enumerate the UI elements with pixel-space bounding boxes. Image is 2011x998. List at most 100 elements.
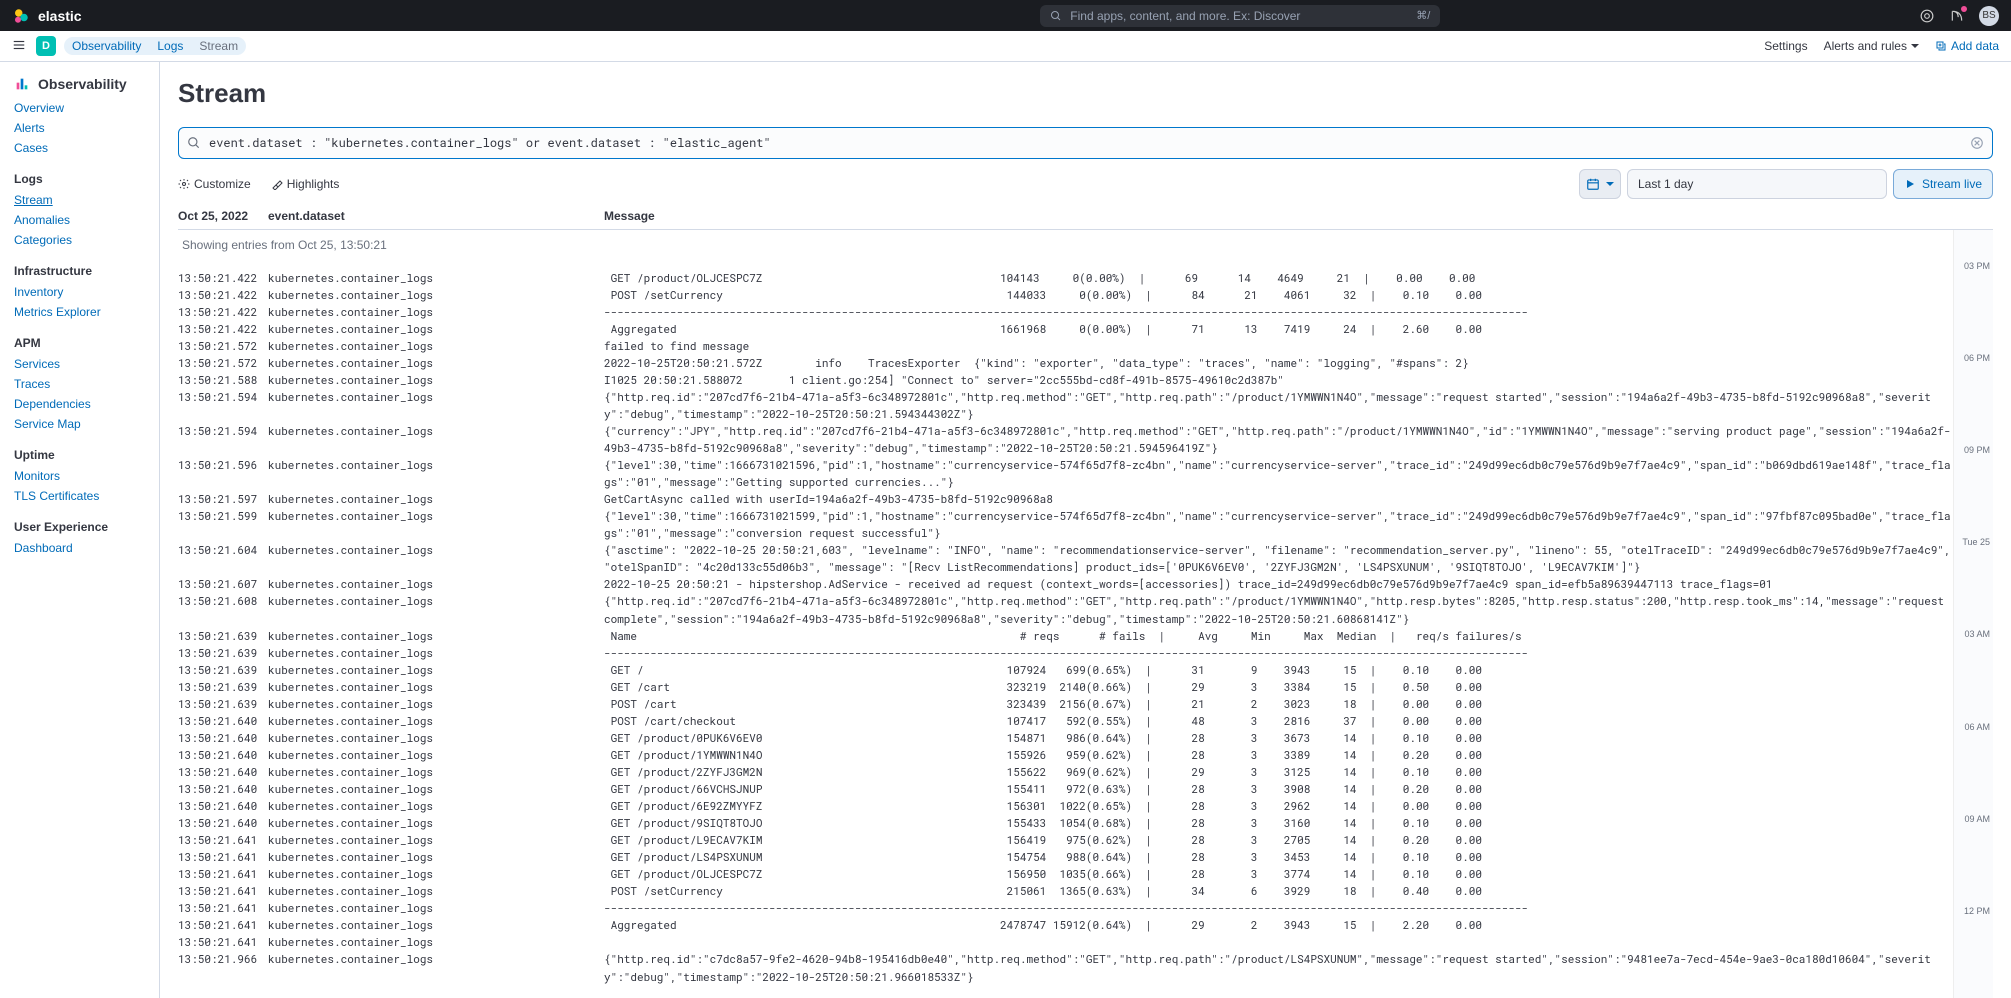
log-dataset: kubernetes.container_logs bbox=[268, 592, 604, 626]
log-timestamp: 13:50:21.641 bbox=[178, 882, 268, 899]
log-message: GET /product/9SIQT8TOJO 155433 1054(0.68… bbox=[604, 814, 1953, 831]
log-row[interactable]: 13:50:21.641kubernetes.container_logs bbox=[178, 933, 1953, 950]
sidebar-item-alerts[interactable]: Alerts bbox=[14, 118, 159, 138]
page-title: Stream bbox=[178, 78, 1993, 109]
sidebar-title: Observability bbox=[38, 76, 127, 92]
observability-icon bbox=[14, 76, 30, 92]
alerts-rules-dropdown[interactable]: Alerts and rules bbox=[1824, 39, 1919, 53]
log-row[interactable]: 13:50:21.639kubernetes.container_logs GE… bbox=[178, 661, 1953, 678]
log-timestamp: 13:50:21.640 bbox=[178, 814, 268, 831]
log-dataset: kubernetes.container_logs bbox=[268, 746, 604, 763]
log-row[interactable]: 13:50:21.640kubernetes.container_logs PO… bbox=[178, 712, 1953, 729]
breadcrumb-bar: D Observability Logs Stream Settings Ale… bbox=[0, 31, 2011, 62]
sidebar-item-dashboard[interactable]: Dashboard bbox=[14, 538, 159, 558]
log-dataset: kubernetes.container_logs bbox=[268, 337, 604, 354]
breadcrumb-group: Observability Logs Stream bbox=[64, 37, 246, 55]
log-row[interactable]: 13:50:21.641kubernetes.container_logs GE… bbox=[178, 865, 1953, 882]
log-row[interactable]: 13:50:21.640kubernetes.container_logs GE… bbox=[178, 746, 1953, 763]
log-message: {"http.req.id":"207cd7f6-21b4-471a-a5f3-… bbox=[604, 388, 1953, 422]
log-timestamp: 13:50:21.572 bbox=[178, 354, 268, 371]
log-row[interactable]: 13:50:21.604kubernetes.container_logs{"a… bbox=[178, 541, 1953, 575]
log-row[interactable]: 13:50:21.594kubernetes.container_logs{"c… bbox=[178, 422, 1953, 456]
log-row[interactable]: 13:50:21.640kubernetes.container_logs GE… bbox=[178, 797, 1953, 814]
log-row[interactable]: 13:50:21.640kubernetes.container_logs GE… bbox=[178, 780, 1953, 797]
help-icon[interactable] bbox=[1919, 8, 1935, 24]
user-avatar[interactable]: BS bbox=[1979, 6, 1999, 26]
log-timestamp: 13:50:21.594 bbox=[178, 388, 268, 422]
log-timestamp: 13:50:21.640 bbox=[178, 746, 268, 763]
gear-icon bbox=[178, 178, 190, 190]
log-row[interactable]: 13:50:21.608kubernetes.container_logs{"h… bbox=[178, 592, 1953, 626]
log-timestamp: 13:50:21.639 bbox=[178, 644, 268, 661]
log-timestamp: 13:50:21.639 bbox=[178, 661, 268, 678]
log-stream[interactable]: Showing entries from Oct 25, 13:50:21 13… bbox=[178, 230, 1953, 998]
sidebar-item-tls-certificates[interactable]: TLS Certificates bbox=[14, 486, 159, 506]
log-row[interactable]: 13:50:21.422kubernetes.container_logs PO… bbox=[178, 286, 1953, 303]
calendar-button[interactable] bbox=[1579, 169, 1621, 199]
settings-link[interactable]: Settings bbox=[1764, 39, 1807, 53]
stream-live-button[interactable]: Stream live bbox=[1893, 169, 1993, 199]
query-input[interactable] bbox=[209, 135, 1962, 151]
sidebar-item-metrics-explorer[interactable]: Metrics Explorer bbox=[14, 302, 159, 322]
highlights-button[interactable]: Highlights bbox=[271, 177, 340, 191]
log-message: POST /setCurrency 215061 1365(0.63%) | 3… bbox=[604, 882, 1953, 899]
log-row[interactable]: 13:50:21.597kubernetes.container_logsGet… bbox=[178, 490, 1953, 507]
sidebar-item-dependencies[interactable]: Dependencies bbox=[14, 394, 159, 414]
log-dataset: kubernetes.container_logs bbox=[268, 848, 604, 865]
minimap-tick: 09 AM bbox=[1964, 814, 1990, 824]
log-row[interactable]: 13:50:21.422kubernetes.container_logs GE… bbox=[178, 269, 1953, 286]
time-range-button[interactable]: Last 1 day bbox=[1627, 169, 1887, 199]
log-row[interactable]: 13:50:21.594kubernetes.container_logs{"h… bbox=[178, 388, 1953, 422]
sidebar-item-services[interactable]: Services bbox=[14, 354, 159, 374]
log-row[interactable]: 13:50:21.572kubernetes.container_logs202… bbox=[178, 354, 1953, 371]
log-row[interactable]: 13:50:21.639kubernetes.container_logs GE… bbox=[178, 678, 1953, 695]
log-row[interactable]: 13:50:21.639kubernetes.container_logs Na… bbox=[178, 627, 1953, 644]
log-message bbox=[604, 933, 1953, 950]
log-minimap[interactable]: 03 PM06 PM09 PMTue 2503 AM06 AM09 AM12 P… bbox=[1953, 230, 1993, 998]
log-row[interactable]: 13:50:21.641kubernetes.container_logs---… bbox=[178, 899, 1953, 916]
clear-icon[interactable] bbox=[1970, 136, 1984, 150]
sidebar-item-anomalies[interactable]: Anomalies bbox=[14, 210, 159, 230]
nav-toggle-icon[interactable] bbox=[12, 38, 28, 55]
log-row[interactable]: 13:50:21.640kubernetes.container_logs GE… bbox=[178, 729, 1953, 746]
sidebar-item-traces[interactable]: Traces bbox=[14, 374, 159, 394]
sidebar-item-overview[interactable]: Overview bbox=[14, 98, 159, 118]
sidebar-item-service-map[interactable]: Service Map bbox=[14, 414, 159, 434]
log-row[interactable]: 13:50:21.599kubernetes.container_logs{"l… bbox=[178, 507, 1953, 541]
log-row[interactable]: 13:50:21.596kubernetes.container_logs{"l… bbox=[178, 456, 1953, 490]
log-dataset: kubernetes.container_logs bbox=[268, 286, 604, 303]
global-search-input[interactable]: Find apps, content, and more. Ex: Discov… bbox=[1040, 5, 1440, 27]
log-row[interactable]: 13:50:21.422kubernetes.container_logs Ag… bbox=[178, 320, 1953, 337]
log-timestamp: 13:50:21.640 bbox=[178, 797, 268, 814]
log-dataset: kubernetes.container_logs bbox=[268, 490, 604, 507]
sidebar-item-cases[interactable]: Cases bbox=[14, 138, 159, 158]
breadcrumb-observability[interactable]: Observability bbox=[64, 36, 149, 56]
log-row[interactable]: 13:50:21.572kubernetes.container_logsfai… bbox=[178, 337, 1953, 354]
log-message: {"level":30,"time":1666731021596,"pid":1… bbox=[604, 456, 1953, 490]
sidebar-item-monitors[interactable]: Monitors bbox=[14, 466, 159, 486]
log-row[interactable]: 13:50:21.588kubernetes.container_logsI10… bbox=[178, 371, 1953, 388]
log-row[interactable]: 13:50:21.640kubernetes.container_logs GE… bbox=[178, 814, 1953, 831]
log-dataset: kubernetes.container_logs bbox=[268, 814, 604, 831]
log-row[interactable]: 13:50:21.641kubernetes.container_logs GE… bbox=[178, 848, 1953, 865]
sidebar-item-stream[interactable]: Stream bbox=[14, 190, 159, 210]
log-row[interactable]: 13:50:21.422kubernetes.container_logs---… bbox=[178, 303, 1953, 320]
log-row[interactable]: 13:50:21.641kubernetes.container_logs PO… bbox=[178, 882, 1953, 899]
log-row[interactable]: 13:50:21.640kubernetes.container_logs GE… bbox=[178, 763, 1953, 780]
newsfeed-icon[interactable] bbox=[1949, 8, 1965, 24]
log-row[interactable]: 13:50:21.641kubernetes.container_logs GE… bbox=[178, 831, 1953, 848]
log-row[interactable]: 13:50:21.639kubernetes.container_logs---… bbox=[178, 644, 1953, 661]
query-bar[interactable] bbox=[178, 127, 1993, 159]
log-row[interactable]: 13:50:21.641kubernetes.container_logs Ag… bbox=[178, 916, 1953, 933]
log-row[interactable]: 13:50:21.966kubernetes.container_logs{"h… bbox=[178, 950, 1953, 984]
add-data-link[interactable]: Add data bbox=[1935, 39, 1999, 53]
sidebar-item-categories[interactable]: Categories bbox=[14, 230, 159, 250]
log-dataset: kubernetes.container_logs bbox=[268, 950, 604, 984]
sidebar-item-inventory[interactable]: Inventory bbox=[14, 282, 159, 302]
customize-button[interactable]: Customize bbox=[178, 177, 251, 191]
log-row[interactable]: 13:50:21.607kubernetes.container_logs202… bbox=[178, 575, 1953, 592]
log-dataset: kubernetes.container_logs bbox=[268, 729, 604, 746]
breadcrumb-logs[interactable]: Logs bbox=[149, 36, 191, 56]
space-selector[interactable]: D bbox=[36, 36, 56, 56]
log-row[interactable]: 13:50:21.639kubernetes.container_logs PO… bbox=[178, 695, 1953, 712]
